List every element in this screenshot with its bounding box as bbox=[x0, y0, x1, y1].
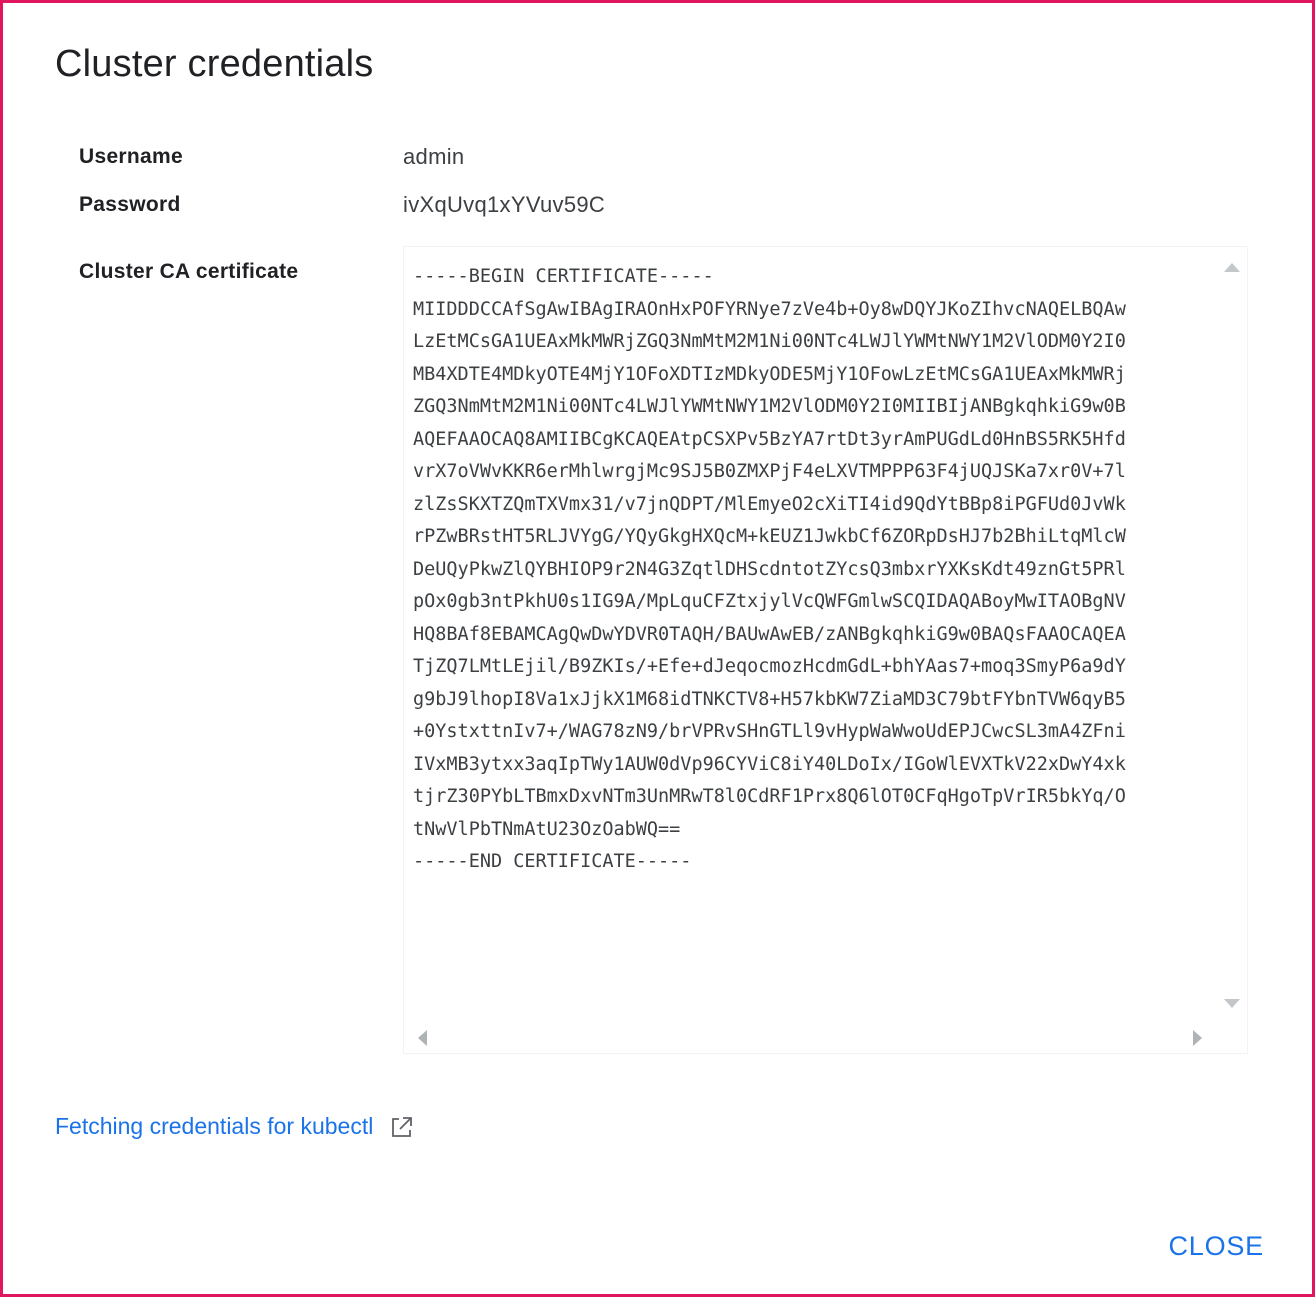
external-link-icon bbox=[389, 1114, 415, 1140]
username-value: admin bbox=[403, 144, 465, 169]
password-value: ivXqUvq1xYVuv59C bbox=[403, 192, 606, 217]
ca-certificate-value: -----BEGIN CERTIFICATE----- MIIDDDCCAfSg… bbox=[413, 266, 1126, 872]
scroll-down-icon[interactable] bbox=[1224, 999, 1240, 1008]
ca-certificate-label: Cluster CA certificate bbox=[79, 260, 299, 283]
kubectl-credentials-link[interactable]: Fetching credentials for kubectl bbox=[55, 1113, 415, 1140]
help-link-label: Fetching credentials for kubectl bbox=[55, 1113, 374, 1139]
scroll-left-icon[interactable] bbox=[418, 1030, 427, 1046]
dialog-title: Cluster credentials bbox=[55, 43, 374, 85]
dialog-frame: Cluster credentials Username admin Passw… bbox=[0, 0, 1315, 1297]
ca-certificate-textarea[interactable]: -----BEGIN CERTIFICATE----- MIIDDDCCAfSg… bbox=[403, 246, 1248, 1054]
close-button[interactable]: CLOSE bbox=[1166, 1227, 1266, 1266]
scroll-up-icon[interactable] bbox=[1224, 263, 1240, 272]
password-label: Password bbox=[79, 193, 181, 216]
username-label: Username bbox=[79, 145, 183, 168]
scroll-right-icon[interactable] bbox=[1193, 1030, 1202, 1046]
